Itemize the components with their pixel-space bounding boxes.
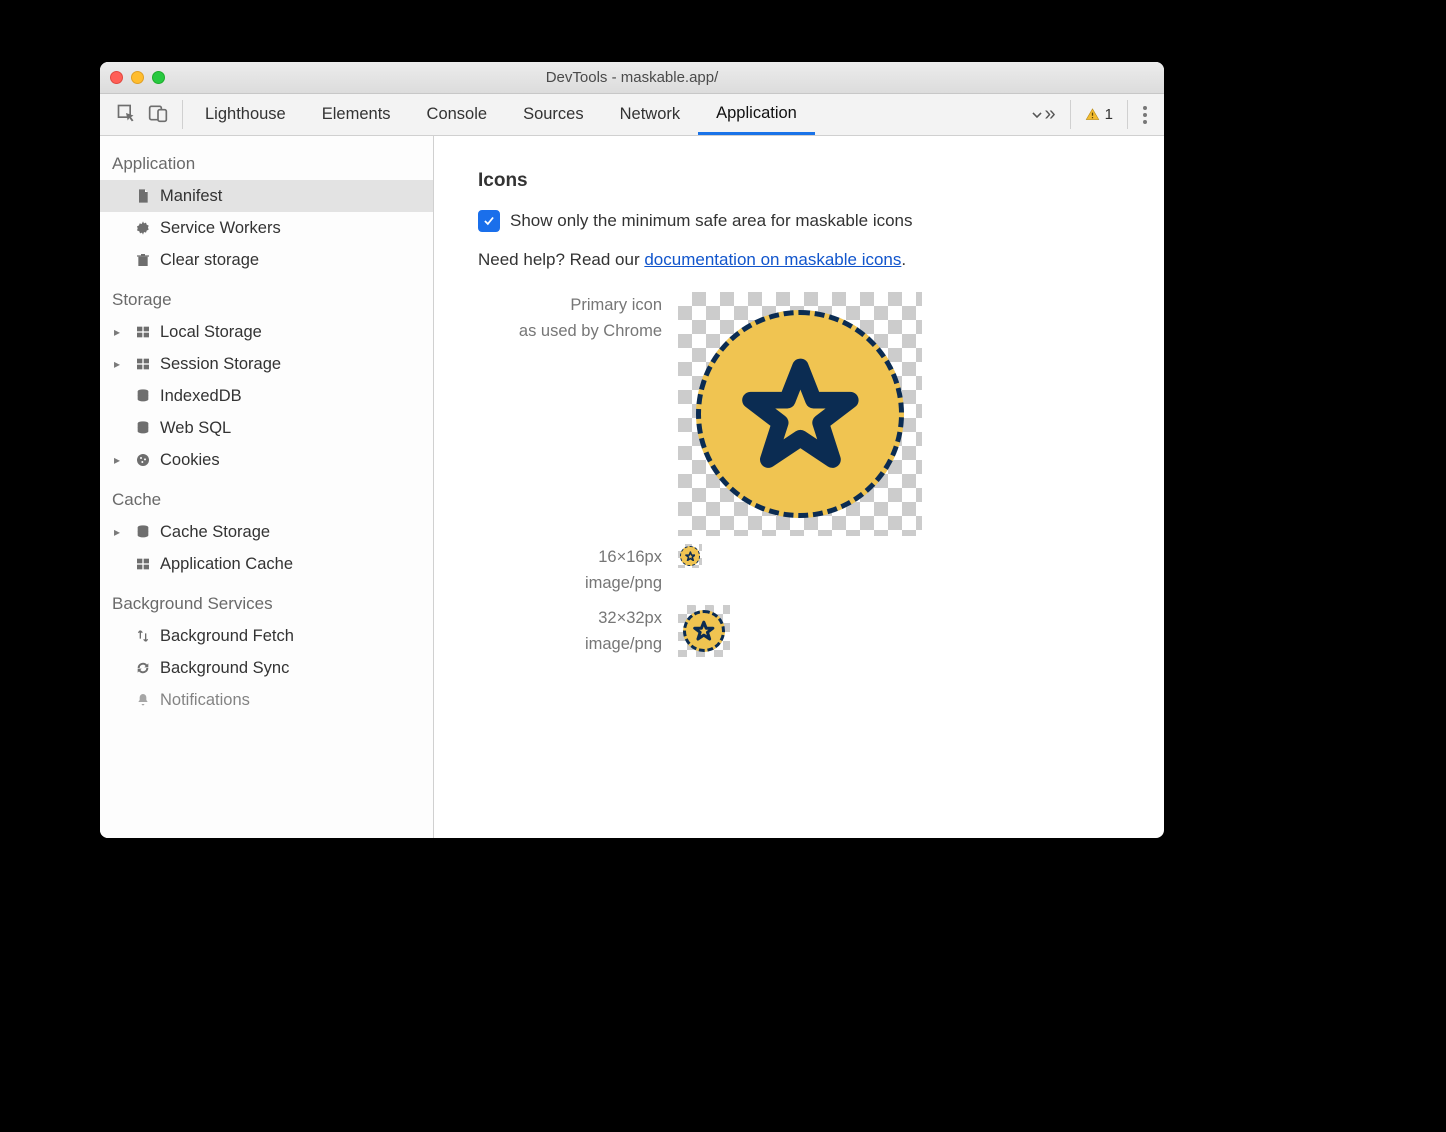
settings-menu-button[interactable]: [1132, 94, 1158, 135]
maskable-safe-area-checkbox[interactable]: [478, 210, 500, 232]
icon-size-label: 16×16px: [478, 544, 662, 570]
tab-lighthouse[interactable]: Lighthouse: [187, 94, 304, 135]
sidebar-item-label: Notifications: [160, 691, 433, 710]
warnings-badge[interactable]: 1: [1075, 94, 1123, 135]
tab-sources[interactable]: Sources: [505, 94, 602, 135]
database-icon: [134, 387, 152, 405]
sidebar-section-application: Application: [100, 140, 433, 180]
panel-heading: Icons: [478, 170, 1120, 192]
sidebar-item-service-workers[interactable]: ▸ Service Workers: [100, 212, 433, 244]
sidebar-item-websql[interactable]: ▸ Web SQL: [100, 412, 433, 444]
tab-application[interactable]: Application: [698, 94, 815, 135]
manifest-panel: Icons Show only the minimum safe area fo…: [434, 136, 1164, 838]
primary-icon-label-1: Primary icon: [478, 292, 662, 318]
bell-icon: [134, 691, 152, 709]
sidebar-section-storage: Storage: [100, 276, 433, 316]
close-window-button[interactable]: [110, 71, 123, 84]
database-icon: [134, 419, 152, 437]
sidebar-item-label: Cache Storage: [160, 523, 433, 542]
sidebar-item-label: Manifest: [160, 187, 433, 206]
sidebar-item-label: Local Storage: [160, 323, 433, 342]
sidebar-item-background-sync[interactable]: ▸ Background Sync: [100, 652, 433, 684]
sidebar-item-cache-storage[interactable]: ▸ Cache Storage: [100, 516, 433, 548]
sidebar-item-label: Cookies: [160, 451, 433, 470]
sidebar-section-background-services: Background Services: [100, 580, 433, 620]
help-text: Need help? Read our documentation on mas…: [478, 250, 1120, 270]
icon-32-preview: [678, 605, 730, 657]
sidebar-item-local-storage[interactable]: ▸ Local Storage: [100, 316, 433, 348]
icon-mime-label: image/png: [478, 570, 662, 596]
grid-icon: [134, 355, 152, 373]
tab-console[interactable]: Console: [409, 94, 506, 135]
sidebar-item-label: Background Sync: [160, 659, 433, 678]
sidebar-item-indexeddb[interactable]: ▸ IndexedDB: [100, 380, 433, 412]
sidebar-item-application-cache[interactable]: ▸ Application Cache: [100, 548, 433, 580]
sidebar: Application ▸ Manifest ▸ Service Workers…: [100, 136, 434, 838]
window-controls: [110, 71, 165, 84]
tabs-overflow-button[interactable]: »: [1019, 94, 1066, 135]
maskable-docs-link[interactable]: documentation on maskable icons: [644, 250, 901, 269]
device-mode-icon[interactable]: [148, 103, 168, 127]
grid-icon: [134, 323, 152, 341]
window-title: DevTools - maskable.app/: [100, 69, 1164, 86]
titlebar: DevTools - maskable.app/: [100, 62, 1164, 94]
devtools-window: DevTools - maskable.app/ Lighthouse Elem…: [100, 62, 1164, 838]
warnings-count: 1: [1105, 106, 1113, 123]
trash-icon: [134, 251, 152, 269]
minimize-window-button[interactable]: [131, 71, 144, 84]
icon-mime-label: image/png: [478, 631, 662, 657]
checkbox-label: Show only the minimum safe area for mask…: [510, 211, 913, 231]
sidebar-item-session-storage[interactable]: ▸ Session Storage: [100, 348, 433, 380]
sidebar-item-label: Background Fetch: [160, 627, 433, 646]
sidebar-item-label: IndexedDB: [160, 387, 433, 406]
sidebar-item-clear-storage[interactable]: ▸ Clear storage: [100, 244, 433, 276]
tab-strip: Lighthouse Elements Console Sources Netw…: [187, 94, 1019, 135]
toolbar: Lighthouse Elements Console Sources Netw…: [100, 94, 1164, 136]
sidebar-item-background-fetch[interactable]: ▸ Background Fetch: [100, 620, 433, 652]
sidebar-item-label: Service Workers: [160, 219, 433, 238]
sidebar-item-label: Clear storage: [160, 251, 433, 270]
icon-16-preview: [678, 544, 702, 568]
file-icon: [134, 187, 152, 205]
primary-icon-preview: [678, 292, 922, 536]
maximize-window-button[interactable]: [152, 71, 165, 84]
sidebar-item-manifest[interactable]: ▸ Manifest: [100, 180, 433, 212]
tab-elements[interactable]: Elements: [304, 94, 409, 135]
sidebar-item-label: Application Cache: [160, 555, 433, 574]
sidebar-item-label: Web SQL: [160, 419, 433, 438]
updown-icon: [134, 627, 152, 645]
sidebar-item-label: Session Storage: [160, 355, 433, 374]
sidebar-section-cache: Cache: [100, 476, 433, 516]
sidebar-item-notifications[interactable]: ▸ Notifications: [100, 684, 433, 716]
gear-icon: [134, 219, 152, 237]
grid-icon: [134, 555, 152, 573]
primary-icon-label-2: as used by Chrome: [478, 318, 662, 344]
icon-size-label: 32×32px: [478, 605, 662, 631]
cookie-icon: [134, 451, 152, 469]
inspect-element-icon[interactable]: [116, 103, 136, 127]
sync-icon: [134, 659, 152, 677]
sidebar-item-cookies[interactable]: ▸ Cookies: [100, 444, 433, 476]
tab-network[interactable]: Network: [602, 94, 699, 135]
database-icon: [134, 523, 152, 541]
